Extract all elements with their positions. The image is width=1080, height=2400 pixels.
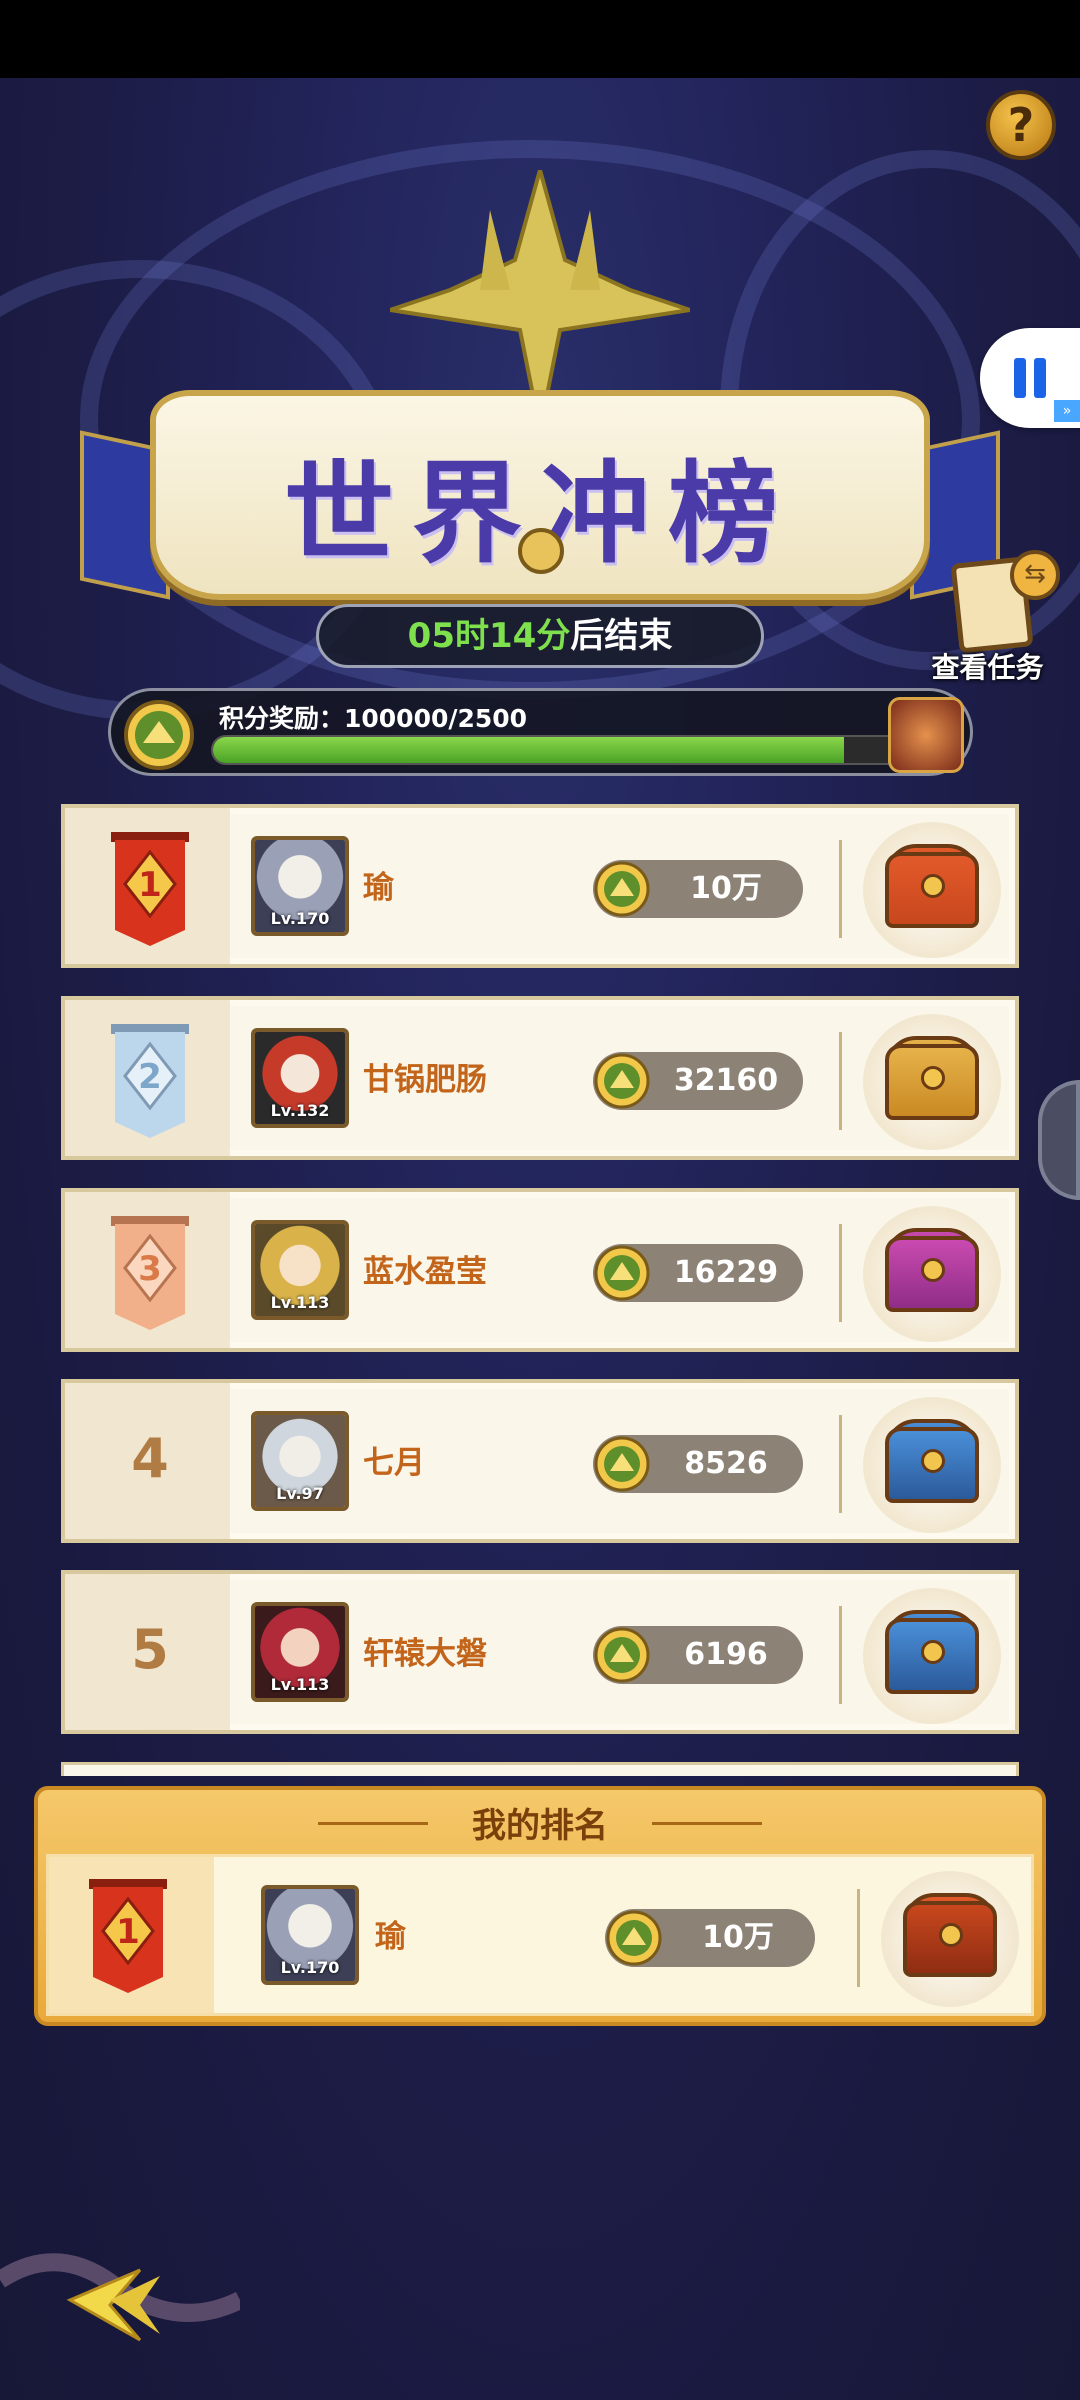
rank-2-banner-icon: 2 bbox=[111, 1024, 189, 1138]
ranking-row-5[interactable]: 5 Lv.113 轩辕大磐 6196 bbox=[61, 1570, 1019, 1734]
coin-icon bbox=[594, 1627, 650, 1683]
rank-1-banner-icon: 1 bbox=[111, 832, 189, 946]
score-pill: 8526 bbox=[593, 1435, 803, 1493]
rank-number: 5 bbox=[131, 1618, 169, 1681]
pause-icon bbox=[1034, 358, 1046, 398]
coin-icon bbox=[124, 700, 194, 770]
status-bar bbox=[0, 0, 1080, 78]
player-level: Lv.97 bbox=[276, 1484, 324, 1503]
avatar[interactable]: Lv.132 bbox=[251, 1028, 349, 1128]
player-name: 甘锅肥肠 bbox=[363, 1062, 487, 1098]
banner-medal-icon bbox=[518, 528, 564, 574]
countdown-timer: 05时14分后结束 bbox=[316, 604, 764, 668]
my-rank-row[interactable]: 1 Lv.170 瑜 10万 bbox=[46, 1854, 1034, 2016]
rank-number: 4 bbox=[131, 1427, 169, 1490]
help-button[interactable]: ? bbox=[986, 90, 1056, 160]
my-rank-title: 我的排名 bbox=[472, 1806, 608, 1846]
ranking-row-3[interactable]: 3 Lv.113 蓝水盈莹 16229 bbox=[61, 1188, 1019, 1352]
score-pill: 32160 bbox=[593, 1052, 803, 1110]
ranking-row-1[interactable]: 1 Lv.170 瑜 10万 bbox=[61, 804, 1019, 968]
avatar[interactable]: Lv.113 bbox=[251, 1602, 349, 1702]
points-progress-fill bbox=[213, 737, 845, 763]
back-arrow-icon[interactable] bbox=[0, 2240, 240, 2370]
row-divider bbox=[839, 1032, 842, 1130]
row-divider bbox=[839, 840, 842, 938]
points-reward-label: 积分奖励：100000/2500 bbox=[219, 704, 528, 733]
list-item-partial bbox=[61, 1762, 1019, 1776]
score-pill: 10万 bbox=[593, 860, 803, 918]
score-pill: 6196 bbox=[593, 1626, 803, 1684]
score-value: 32160 bbox=[673, 1063, 779, 1098]
avatar[interactable]: Lv.170 bbox=[261, 1885, 359, 1985]
timer-suffix: 后结束 bbox=[570, 616, 673, 656]
score-pill: 16229 bbox=[593, 1244, 803, 1302]
row-divider bbox=[857, 1889, 860, 1987]
my-rank-panel: 我的排名 1 Lv.170 瑜 10万 bbox=[34, 1786, 1046, 2026]
player-name: 七月 bbox=[363, 1445, 425, 1481]
pause-icon bbox=[1014, 358, 1026, 398]
red-gold-chest-icon[interactable] bbox=[863, 822, 1001, 958]
score-value: 16229 bbox=[673, 1255, 779, 1290]
rank-3-banner-icon: 3 bbox=[111, 1216, 189, 1330]
view-tasks-button[interactable]: ⇆ 查看任务 bbox=[915, 550, 1060, 685]
reward-avatar-icon[interactable] bbox=[888, 697, 964, 773]
gold-chest-icon[interactable] bbox=[863, 1014, 1001, 1150]
side-drawer-handle[interactable] bbox=[1038, 1080, 1080, 1200]
purple-chest-icon[interactable] bbox=[863, 1206, 1001, 1342]
blue-chest-icon[interactable] bbox=[863, 1588, 1001, 1724]
player-level: Lv.132 bbox=[270, 1101, 330, 1120]
blue-chest-icon[interactable] bbox=[863, 1397, 1001, 1533]
score-value: 10万 bbox=[690, 871, 762, 906]
score-value: 10万 bbox=[702, 1920, 774, 1955]
world-ranking-screen: ? » 世界冲榜 05时14分后结束 ⇆ 查看任务 积分奖励：100000/25… bbox=[0, 0, 1080, 2400]
timer-hours-unit: 时 bbox=[455, 616, 489, 656]
fast-forward-icon[interactable]: » bbox=[1054, 400, 1080, 422]
swap-icon: ⇆ bbox=[1010, 550, 1060, 600]
player-level: Lv.113 bbox=[270, 1675, 330, 1694]
player-name: 瑜 bbox=[363, 870, 394, 906]
rank-number: 3 bbox=[138, 1249, 162, 1289]
ranking-row-2[interactable]: 2 Lv.132 甘锅肥肠 32160 bbox=[61, 996, 1019, 1160]
coin-icon bbox=[606, 1910, 662, 1966]
coin-icon bbox=[594, 861, 650, 917]
rank-number: 1 bbox=[138, 865, 162, 905]
player-level: Lv.170 bbox=[270, 909, 330, 928]
row-divider bbox=[839, 1415, 842, 1513]
player-name: 瑜 bbox=[375, 1919, 406, 1955]
red-gold-chest-icon[interactable] bbox=[881, 1871, 1019, 2007]
rank-1-banner-icon: 1 bbox=[89, 1879, 167, 1993]
points-reward-bar: 积分奖励：100000/2500 bbox=[108, 688, 973, 776]
score-value: 6196 bbox=[684, 1637, 768, 1672]
my-rank-number: 1 bbox=[116, 1912, 140, 1952]
coin-icon bbox=[594, 1053, 650, 1109]
avatar[interactable]: Lv.170 bbox=[251, 836, 349, 936]
view-tasks-label: 查看任务 bbox=[931, 651, 1044, 684]
timer-minutes-unit: 分 bbox=[536, 616, 571, 656]
player-name: 蓝水盈莹 bbox=[363, 1254, 487, 1290]
row-divider bbox=[839, 1606, 842, 1704]
row-divider bbox=[839, 1224, 842, 1322]
ranking-row-4[interactable]: 4 Lv.97 七月 8526 bbox=[61, 1379, 1019, 1543]
avatar[interactable]: Lv.113 bbox=[251, 1220, 349, 1320]
score-pill: 10万 bbox=[605, 1909, 815, 1967]
timer-minutes: 14 bbox=[489, 616, 537, 656]
player-level: Lv.170 bbox=[280, 1958, 340, 1977]
player-name: 轩辕大磐 bbox=[363, 1636, 487, 1672]
rank-number: 2 bbox=[138, 1057, 162, 1097]
timer-hours: 05 bbox=[407, 616, 455, 656]
points-progress-track bbox=[211, 735, 901, 765]
coin-icon bbox=[594, 1245, 650, 1301]
player-level: Lv.113 bbox=[270, 1293, 330, 1312]
score-value: 8526 bbox=[684, 1446, 768, 1481]
coin-icon bbox=[594, 1436, 650, 1492]
avatar[interactable]: Lv.97 bbox=[251, 1411, 349, 1511]
